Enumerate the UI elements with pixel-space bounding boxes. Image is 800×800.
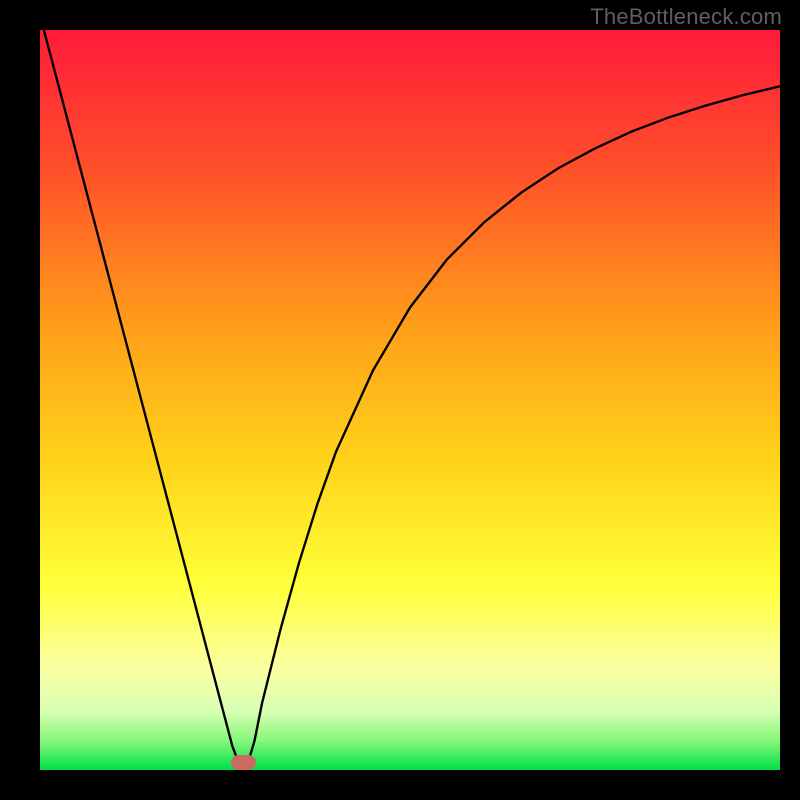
bottleneck-curve [40, 30, 780, 770]
chart-frame: TheBottleneck.com [0, 0, 800, 800]
plot-area [40, 30, 780, 770]
watermark-label: TheBottleneck.com [590, 4, 782, 30]
optimal-marker [231, 755, 255, 770]
